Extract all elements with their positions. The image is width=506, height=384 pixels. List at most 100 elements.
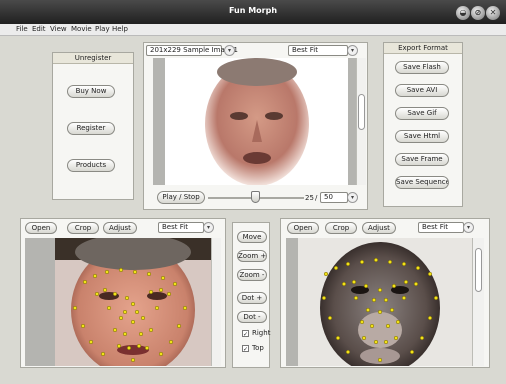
right-adjust-button[interactable]: Adjust (362, 222, 396, 234)
landmark-dot[interactable] (106, 305, 112, 311)
landmark-dot[interactable] (401, 295, 407, 301)
landmark-dot[interactable] (415, 265, 421, 271)
right-fit-select[interactable]: Best Fit (418, 222, 464, 233)
landmark-dot[interactable] (158, 287, 164, 293)
landmark-dot[interactable] (104, 269, 110, 275)
save-avi-button[interactable]: Save AVI (395, 84, 449, 97)
landmark-dot[interactable] (383, 297, 389, 303)
landmark-dot[interactable] (351, 279, 357, 285)
move-button[interactable]: Move (237, 231, 267, 243)
landmark-dot[interactable] (409, 349, 415, 355)
landmark-dot[interactable] (80, 323, 86, 329)
chevron-down-icon[interactable]: ▾ (203, 222, 214, 233)
landmark-dot[interactable] (176, 323, 182, 329)
landmark-dot[interactable] (433, 295, 439, 301)
left-open-button[interactable]: Open (25, 222, 57, 234)
menu-play[interactable]: Play (95, 25, 110, 33)
chevron-down-icon[interactable]: ▾ (347, 192, 358, 203)
image-select[interactable]: 201x229 Sample Image1 (146, 45, 238, 56)
landmark-dot[interactable] (341, 281, 347, 287)
landmark-dot[interactable] (419, 335, 425, 341)
landmark-dot[interactable] (359, 259, 365, 265)
right-editor-scrollbar[interactable] (472, 238, 484, 366)
save-html-button[interactable]: Save Html (395, 130, 449, 143)
landmark-dot[interactable] (146, 271, 152, 277)
landmark-dot[interactable] (92, 273, 98, 279)
landmark-dot[interactable] (102, 287, 108, 293)
landmark-dot[interactable] (72, 305, 78, 311)
landmark-dot[interactable] (377, 357, 383, 363)
landmark-dot[interactable] (373, 257, 379, 263)
dot-add-button[interactable]: Dot + (237, 292, 267, 304)
landmark-dot[interactable] (427, 271, 433, 277)
save-frame-button[interactable]: Save Frame (395, 153, 449, 166)
landmark-dot[interactable] (88, 339, 94, 345)
landmark-dot[interactable] (333, 265, 339, 271)
scrollbar-thumb[interactable] (358, 94, 365, 130)
landmark-dot[interactable] (335, 335, 341, 341)
preview-scrollbar[interactable] (356, 58, 366, 185)
right-crop-button[interactable]: Crop (325, 222, 357, 234)
landmark-dot[interactable] (168, 339, 174, 345)
menu-help[interactable]: Help (112, 25, 128, 33)
save-flash-button[interactable]: Save Flash (395, 61, 449, 74)
preview-fit-select[interactable]: Best Fit (288, 45, 348, 56)
landmark-dot[interactable] (383, 339, 389, 345)
left-fit-select[interactable]: Best Fit (158, 222, 204, 233)
menu-movie[interactable]: Movie (71, 25, 92, 33)
landmark-dot[interactable] (345, 261, 351, 267)
landmark-dot[interactable] (353, 295, 359, 301)
landmark-dot[interactable] (363, 283, 369, 289)
landmark-dot[interactable] (118, 267, 124, 273)
landmark-dot[interactable] (345, 349, 351, 355)
landmark-dot[interactable] (160, 275, 166, 281)
landmark-dot[interactable] (140, 315, 146, 321)
landmark-dot[interactable] (112, 327, 118, 333)
landmark-dot[interactable] (377, 287, 383, 293)
landmark-dot[interactable] (130, 319, 136, 325)
landmark-dot[interactable] (132, 269, 138, 275)
landmark-dot[interactable] (172, 281, 178, 287)
menu-view[interactable]: View (50, 25, 67, 33)
dot-remove-button[interactable]: Dot - (237, 311, 267, 323)
landmark-dot[interactable] (158, 351, 164, 357)
landmark-dot[interactable] (359, 319, 365, 325)
menu-edit[interactable]: Edit (32, 25, 46, 33)
landmark-dot[interactable] (82, 279, 88, 285)
landmark-dot[interactable] (427, 315, 433, 321)
landmark-dot[interactable] (126, 345, 132, 351)
landmark-dot[interactable] (138, 331, 144, 337)
landmark-dot[interactable] (130, 301, 136, 307)
landmark-dot[interactable] (116, 343, 122, 349)
buy-now-button[interactable]: Buy Now (67, 85, 115, 98)
landmark-dot[interactable] (371, 297, 377, 303)
frame-slider-track[interactable] (208, 191, 304, 203)
landmark-dot[interactable] (144, 345, 150, 351)
landmark-dot[interactable] (148, 327, 154, 333)
landmark-dot[interactable] (373, 339, 379, 345)
zoom-in-button[interactable]: Zoom + (237, 250, 267, 262)
landmark-dot[interactable] (403, 279, 409, 285)
right-open-button[interactable]: Open (287, 222, 319, 234)
landmark-dot[interactable] (321, 295, 327, 301)
landmark-dot[interactable] (389, 307, 395, 313)
landmark-dot[interactable] (148, 289, 154, 295)
menu-file[interactable]: File (16, 25, 28, 33)
landmark-dot[interactable] (134, 309, 140, 315)
products-button[interactable]: Products (67, 159, 115, 172)
landmark-dot[interactable] (124, 295, 130, 301)
play-stop-button[interactable]: Play / Stop (157, 191, 205, 204)
checkbox-checked-icon[interactable]: ✓ (242, 345, 249, 353)
save-gif-button[interactable]: Save Gif (395, 107, 449, 120)
register-button[interactable]: Register (67, 122, 115, 135)
landmark-dot[interactable] (118, 315, 124, 321)
zoom-out-button[interactable]: Zoom - (237, 269, 267, 281)
left-editor-scrollbar[interactable] (211, 238, 221, 366)
left-adjust-button[interactable]: Adjust (103, 222, 137, 234)
landmark-dot[interactable] (130, 357, 136, 363)
landmark-dot[interactable] (361, 335, 367, 341)
checkbox-checked-icon[interactable]: ✓ (242, 330, 249, 338)
landmark-dot[interactable] (112, 291, 118, 297)
landmark-dot[interactable] (387, 259, 393, 265)
scrollbar-thumb[interactable] (475, 248, 482, 292)
